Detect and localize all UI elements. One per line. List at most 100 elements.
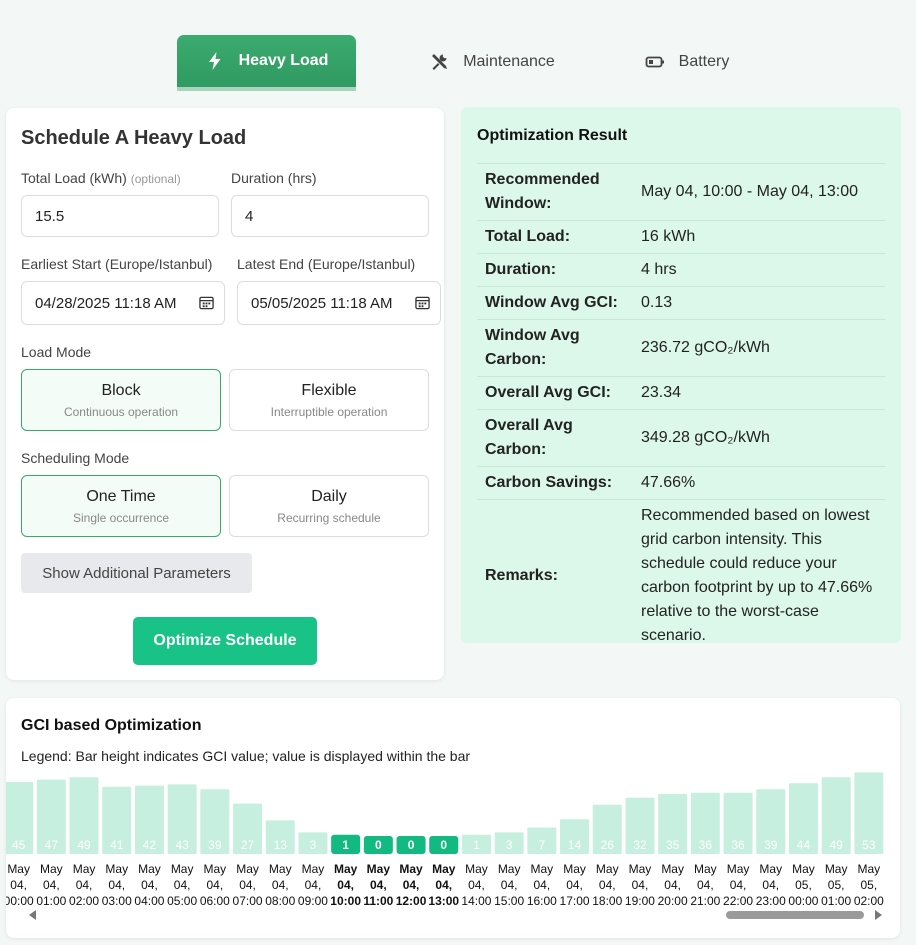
x-tick-label: 04, <box>108 878 125 892</box>
tab-battery[interactable]: Battery <box>612 35 762 89</box>
x-tick-label: 13:00 <box>428 894 459 908</box>
bar-value-label: 41 <box>110 838 124 852</box>
tab-heavy-load[interactable]: Heavy Load <box>177 35 356 91</box>
calendar-icon[interactable] <box>415 295 430 310</box>
result-value: May 04, 10:00 - May 04, 13:00 <box>641 163 885 221</box>
scheduling-mode-daily[interactable]: Daily Recurring schedule <box>229 475 429 537</box>
x-tick-label: 07:00 <box>233 894 263 908</box>
scroll-left-arrow[interactable] <box>29 910 36 920</box>
load-mode-flexible[interactable]: Flexible Interruptible operation <box>229 369 429 431</box>
scroll-thumb[interactable] <box>726 911 864 919</box>
horizontal-scrollbar[interactable] <box>26 908 884 922</box>
x-tick-label: 21:00 <box>690 894 720 908</box>
table-row: Carbon Savings: 47.66% <box>477 466 885 500</box>
bar-value-label: 35 <box>666 838 680 852</box>
total-load-input[interactable]: 15.5 <box>21 195 219 237</box>
x-tick-label: 16:00 <box>527 894 557 908</box>
x-tick-label: May <box>498 862 521 876</box>
x-tick-label: 04, <box>305 878 322 892</box>
optional-tag: (optional) <box>130 172 181 186</box>
x-tick-label: 20:00 <box>658 894 688 908</box>
result-value: 23.34 <box>641 376 885 410</box>
earliest-start-input[interactable]: 04/28/2025 11:18 AM <box>21 281 225 325</box>
bar-value-label: 39 <box>764 838 778 852</box>
x-tick-label: 00:00 <box>788 894 818 908</box>
scroll-right-arrow[interactable] <box>875 910 882 920</box>
result-value: 47.66% <box>641 466 885 500</box>
result-key: Total Load: <box>477 220 641 254</box>
bar-value-label: 43 <box>175 838 189 852</box>
x-tick-label: May <box>204 862 227 876</box>
duration-input[interactable]: 4 <box>231 195 429 237</box>
tools-icon <box>432 54 448 70</box>
x-tick-label: May <box>694 862 717 876</box>
x-tick-label: 08:00 <box>265 894 295 908</box>
x-tick-label: 04, <box>141 878 158 892</box>
x-tick-label: 06:00 <box>200 894 230 908</box>
result-value: Recommended based on lowest grid carbon … <box>641 499 885 653</box>
x-tick-label: 01:00 <box>821 894 851 908</box>
load-mode-block[interactable]: Block Continuous operation <box>21 369 221 431</box>
x-tick-label: May <box>269 862 292 876</box>
x-tick-label: May <box>563 862 586 876</box>
x-tick-label: 02:00 <box>69 894 99 908</box>
x-tick-label: 04, <box>534 878 551 892</box>
x-tick-label: May <box>40 862 63 876</box>
x-tick-label: May <box>759 862 782 876</box>
bar-value-label: 7 <box>539 838 546 852</box>
result-key: Window Avg GCI: <box>477 286 641 320</box>
table-row: Duration: 4 hrs <box>477 253 885 287</box>
x-tick-label: 05, <box>828 878 845 892</box>
bar-value-label: 1 <box>342 838 349 852</box>
bar-value-label: 49 <box>829 838 843 852</box>
x-tick-label: May <box>596 862 619 876</box>
bar-value-label: 39 <box>208 838 222 852</box>
result-value: 0.13 <box>641 286 885 320</box>
x-tick-label: 04, <box>730 878 747 892</box>
x-tick-label: 04, <box>272 878 289 892</box>
bar-value-label: 26 <box>601 838 615 852</box>
bar-value-label: 45 <box>12 838 26 852</box>
table-row: Window Avg Carbon: 236.72 gCO₂/kWh <box>477 319 885 377</box>
x-tick-label: 17:00 <box>560 894 590 908</box>
result-key: Duration: <box>477 253 641 287</box>
total-load-label: Total Load (kWh) (optional) <box>21 170 181 186</box>
schedule-form-card: Schedule A Heavy Load Total Load (kWh) (… <box>6 108 444 680</box>
x-tick-label: 04, <box>566 878 583 892</box>
tab-maintenance[interactable]: Maintenance <box>402 35 582 89</box>
x-tick-label: May <box>367 862 391 876</box>
x-tick-label: 04, <box>239 878 256 892</box>
scheduling-mode-one-time[interactable]: One Time Single occurrence <box>21 475 221 537</box>
bar-value-label: 3 <box>310 838 317 852</box>
x-tick-label: May <box>858 862 881 876</box>
calendar-icon[interactable] <box>199 295 214 310</box>
bar-value-label: 49 <box>77 838 91 852</box>
result-table: Recommended Window: May 04, 10:00 - May 0… <box>477 163 885 653</box>
bar-value-label: 36 <box>699 838 713 852</box>
bar-value-label: 42 <box>143 838 157 852</box>
gci-bar-chart: 45 May 04, 00:00 47 May 04, 01:00 49 May 04, 02:00 4… <box>6 772 884 908</box>
bar-value-label: 27 <box>241 838 255 852</box>
x-tick-label: 18:00 <box>592 894 622 908</box>
x-tick-label: 04, <box>10 878 27 892</box>
show-additional-parameters-button[interactable]: Show Additional Parameters <box>21 553 252 593</box>
x-tick-label: May <box>531 862 554 876</box>
latest-end-input[interactable]: 05/05/2025 11:18 AM <box>237 281 441 325</box>
bar-value-label: 53 <box>862 838 876 852</box>
optimize-schedule-button[interactable]: Optimize Schedule <box>133 617 317 665</box>
x-tick-label: 22:00 <box>723 894 753 908</box>
tab-bar: Heavy Load Maintenance Battery <box>177 35 762 91</box>
bar-value-label: 0 <box>440 838 447 852</box>
x-tick-label: May <box>236 862 259 876</box>
x-tick-label: 04, <box>403 878 420 892</box>
x-tick-label: 04, <box>632 878 649 892</box>
table-row: Window Avg GCI: 0.13 <box>477 286 885 320</box>
x-tick-label: May <box>825 862 848 876</box>
x-tick-label: May <box>727 862 750 876</box>
x-tick-label: May <box>432 862 456 876</box>
x-tick-label: 11:00 <box>363 894 393 908</box>
x-tick-label: 04, <box>697 878 714 892</box>
x-tick-label: May <box>7 862 30 876</box>
bar-value-label: 36 <box>731 838 745 852</box>
x-tick-label: May <box>73 862 96 876</box>
